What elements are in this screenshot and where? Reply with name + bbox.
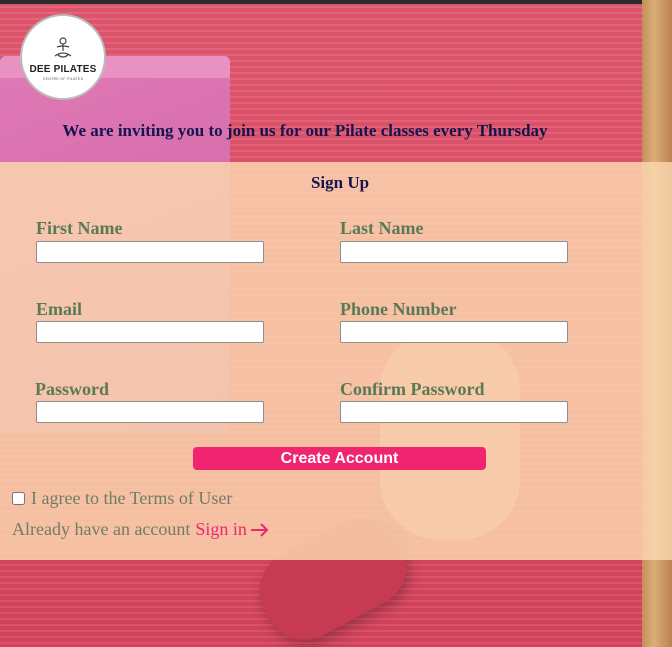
top-border xyxy=(0,0,672,4)
signup-title: Sign Up xyxy=(310,173,370,192)
terms-row[interactable]: I agree to the Terms of User xyxy=(12,488,232,509)
logo: DEE PILATES CENTRE OF PILATES xyxy=(20,14,106,100)
logo-title: DEE PILATES xyxy=(29,63,97,75)
email-label: Email xyxy=(36,299,83,319)
terms-label: I agree to the Terms of User xyxy=(31,488,233,508)
first-name-input[interactable] xyxy=(36,241,264,263)
signin-row: Already have an account Sign in xyxy=(12,519,270,540)
terms-checkbox[interactable] xyxy=(12,492,25,505)
first-name-label: First Name xyxy=(36,218,123,238)
password-input[interactable] xyxy=(36,401,264,423)
signin-link-label: Sign in xyxy=(195,519,247,539)
pilates-figure-icon xyxy=(54,36,72,58)
last-name-input[interactable] xyxy=(340,241,568,263)
arrow-right-icon xyxy=(250,522,269,537)
confirm-password-input[interactable] xyxy=(340,401,568,423)
logo-subtitle: CENTRE OF PILATES xyxy=(42,76,84,81)
signin-link[interactable]: Sign in xyxy=(195,519,270,540)
last-name-label: Last Name xyxy=(340,218,424,238)
invite-heading: We are inviting you to join us for our P… xyxy=(62,121,548,140)
phone-input[interactable] xyxy=(340,321,568,343)
confirm-password-label: Confirm Password xyxy=(340,379,485,399)
create-account-button[interactable]: Create Account xyxy=(193,447,486,470)
email-input[interactable] xyxy=(36,321,264,343)
password-label: Password xyxy=(35,379,110,399)
phone-label: Phone Number xyxy=(340,299,457,319)
already-have-account-text: Already have an account xyxy=(12,519,191,539)
